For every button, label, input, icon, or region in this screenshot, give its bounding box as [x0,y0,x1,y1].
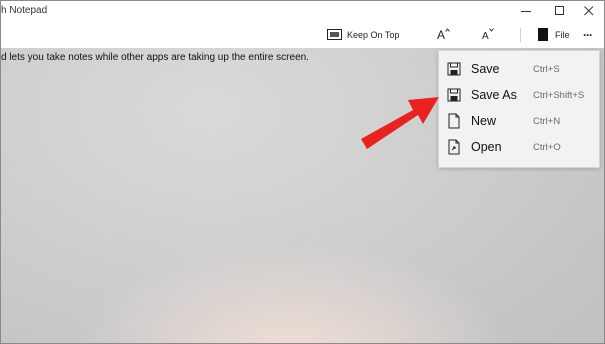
keep-on-top-icon [327,28,342,40]
notepad-window: h Notepad Keep On Top A A File ··· d let… [0,0,605,344]
note-text: d lets you take notes while other apps a… [1,52,309,63]
open-file-icon [448,139,460,155]
increase-font-icon: A [437,28,450,42]
decrease-font-button[interactable]: A [482,21,494,48]
menu-item-shortcut: Ctrl+N [533,116,561,127]
title-bar: h Notepad [1,1,604,21]
new-file-icon [448,113,460,129]
red-arrow-icon [361,97,439,149]
minimize-icon [521,11,531,12]
menu-item-save-as[interactable]: Save As Ctrl+Shift+S [439,82,599,108]
save-as-icon [447,88,461,102]
more-options-button[interactable]: ··· [583,21,593,48]
toolbar-divider [520,28,521,42]
keep-on-top-button[interactable]: Keep On Top [327,21,399,48]
minimize-button[interactable] [510,1,542,21]
menu-item-shortcut: Ctrl+S [533,64,560,75]
keep-on-top-label: Keep On Top [347,29,400,40]
file-dropdown-menu: Save Ctrl+S Save As Ctrl+Shift+S New Ctr… [438,50,600,168]
menu-item-save[interactable]: Save Ctrl+S [439,56,599,82]
menu-item-open[interactable]: Open Ctrl+O [439,134,599,160]
file-icon [538,28,548,41]
menu-item-label: Save As [471,88,517,102]
decrease-font-icon: A [482,28,494,42]
close-button[interactable] [573,1,604,21]
maximize-button[interactable] [544,1,576,21]
increase-font-button[interactable]: A [437,21,450,48]
file-menu-button[interactable]: File [538,21,570,48]
menu-item-label: New [471,114,497,128]
window-title: h Notepad [1,5,48,16]
note-text-area[interactable]: d lets you take notes while other apps a… [1,52,309,63]
more-icon: ··· [583,27,593,42]
maximize-icon [555,6,564,15]
menu-item-shortcut: Ctrl+O [533,142,561,153]
close-icon [584,6,594,16]
menu-item-label: Save [471,62,500,76]
menu-item-new[interactable]: New Ctrl+N [439,108,599,134]
menu-item-shortcut: Ctrl+Shift+S [533,90,585,101]
save-icon [447,62,461,76]
menu-item-label: Open [471,140,502,154]
file-label: File [555,29,570,40]
toolbar: Keep On Top A A File ··· [1,21,604,48]
